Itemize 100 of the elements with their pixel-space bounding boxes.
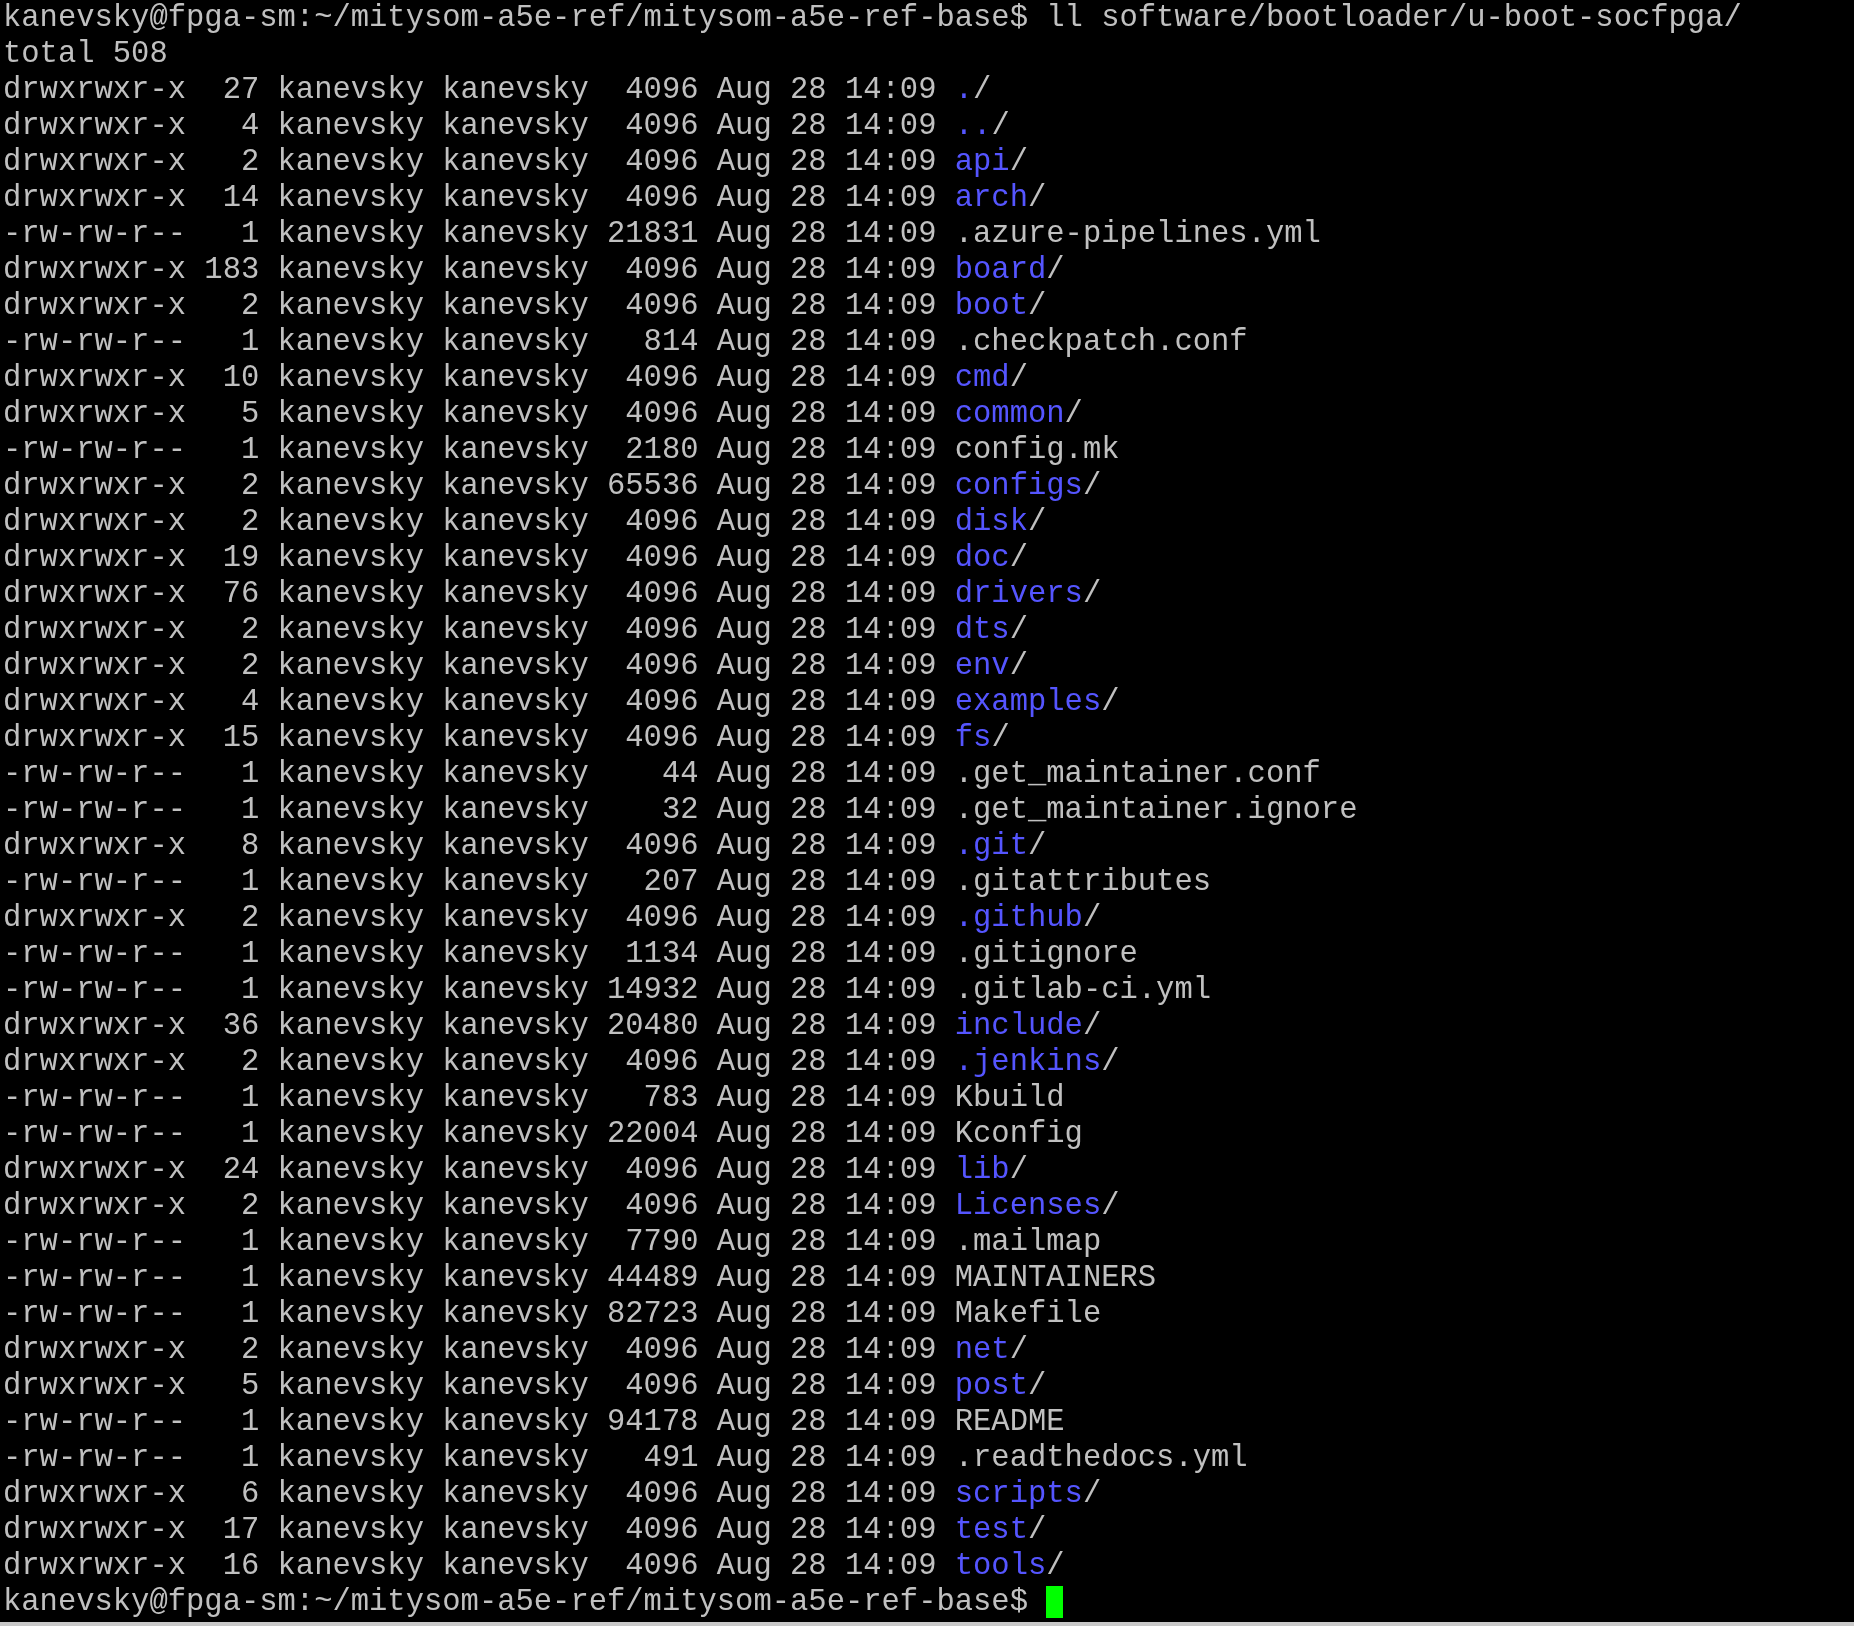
directory-name: env [954,648,1010,684]
file-details: drwxrwxr-x 2 kanevsky kanevsky 4096 Aug 28 14:09 [3,144,938,180]
file-name: Makefile [954,1296,1102,1332]
file-details: drwxrwxr-x 6 kanevsky kanevsky 4096 Aug 28 14:09 [3,1476,938,1512]
cursor-icon [1045,1586,1063,1618]
file-name: MAINTAINERS [954,1260,1157,1296]
file-name: .gitlab-ci.yml [954,972,1211,1008]
prompt-line: kanevsky@fpga-sm:~/mitysom-a5e-ref/mitysom-a5e-ref-base$ [3,1584,1028,1620]
slash-suffix: / [1046,252,1065,288]
slash-suffix: / [1028,1512,1047,1548]
file-details: drwxrwxr-x 2 kanevsky kanevsky 4096 Aug 28 14:09 [3,1332,938,1368]
directory-name: lib [954,1152,1010,1188]
file-name: .get_maintainer.ignore [954,792,1358,828]
slash-suffix: / [1028,180,1047,216]
directory-name: .git [954,828,1028,864]
file-details: -rw-rw-r-- 1 kanevsky kanevsky 22004 Aug 28 14:09 [3,1116,938,1152]
slash-suffix: / [1009,360,1028,396]
file-details: drwxrwxr-x 2 kanevsky kanevsky 4096 Aug 28 14:09 [3,900,938,936]
directory-name: scripts [954,1476,1083,1512]
directory-name: .. [954,108,992,144]
file-name: .checkpatch.conf [954,324,1248,360]
file-details: drwxrwxr-x 16 kanevsky kanevsky 4096 Aug 28 14:09 [3,1548,938,1584]
slash-suffix: / [1009,612,1028,648]
directory-name: tools [954,1548,1047,1584]
file-details: -rw-rw-r-- 1 kanevsky kanevsky 1134 Aug 28 14:09 [3,936,938,972]
directory-name: .github [954,900,1083,936]
file-name: .gitattributes [954,864,1211,900]
file-details: drwxrwxr-x 8 kanevsky kanevsky 4096 Aug 28 14:09 [3,828,938,864]
slash-suffix: / [1101,684,1120,720]
directory-name: doc [954,540,1010,576]
slash-suffix: / [1082,1008,1102,1044]
file-details: drwxrwxr-x 2 kanevsky kanevsky 65536 Aug 28 14:09 [3,468,938,504]
prompt-line: kanevsky@fpga-sm:~/mitysom-a5e-ref/mitysom-a5e-ref-base$ ll software/bootloader/u-boot-socfpga/ [3,0,1742,36]
slash-suffix: / [1028,1368,1047,1404]
file-details: drwxrwxr-x 14 kanevsky kanevsky 4096 Aug 28 14:09 [3,180,938,216]
directory-name: cmd [954,360,1010,396]
directory-name: . [954,72,974,108]
directory-name: disk [954,504,1028,540]
slash-suffix: / [1028,504,1047,540]
file-details: drwxrwxr-x 2 kanevsky kanevsky 4096 Aug 28 14:09 [3,648,938,684]
file-details: drwxrwxr-x 10 kanevsky kanevsky 4096 Aug 28 14:09 [3,360,938,396]
file-details: drwxrwxr-x 5 kanevsky kanevsky 4096 Aug 28 14:09 [3,396,938,432]
file-details: -rw-rw-r-- 1 kanevsky kanevsky 82723 Aug 28 14:09 [3,1296,938,1332]
slash-suffix: / [1082,468,1102,504]
file-details: drwxrwxr-x 2 kanevsky kanevsky 4096 Aug 28 14:09 [3,288,938,324]
directory-name: post [954,1368,1028,1404]
file-details: drwxrwxr-x 27 kanevsky kanevsky 4096 Aug 28 14:09 [3,72,938,108]
slash-suffix: / [1082,900,1102,936]
file-name: config.mk [954,432,1120,468]
file-details: -rw-rw-r-- 1 kanevsky kanevsky 21831 Aug 28 14:09 [3,216,938,252]
slash-suffix: / [973,72,992,108]
file-details: drwxrwxr-x 2 kanevsky kanevsky 4096 Aug 28 14:09 [3,612,938,648]
file-name: Kbuild [954,1080,1065,1116]
file-details: drwxrwxr-x 2 kanevsky kanevsky 4096 Aug 28 14:09 [3,1188,938,1224]
directory-name: board [954,252,1047,288]
file-details: -rw-rw-r-- 1 kanevsky kanevsky 814 Aug 28 14:09 [3,324,938,360]
file-name: .get_maintainer.conf [954,756,1321,792]
slash-suffix: / [1064,396,1083,432]
directory-name: fs [954,720,992,756]
slash-suffix: / [1009,1152,1028,1188]
file-details: drwxrwxr-x 183 kanevsky kanevsky 4096 Aug 28 14:09 [3,252,938,288]
directory-name: boot [954,288,1028,324]
directory-name: drivers [954,576,1083,612]
file-details: -rw-rw-r-- 1 kanevsky kanevsky 94178 Aug 28 14:09 [3,1404,938,1440]
directory-name: examples [954,684,1102,720]
directory-name: configs [954,468,1083,504]
directory-name: arch [954,180,1028,216]
file-details: drwxrwxr-x 17 kanevsky kanevsky 4096 Aug 28 14:09 [3,1512,938,1548]
slash-suffix: / [1028,828,1047,864]
file-name: Kconfig [954,1116,1083,1152]
file-details: drwxrwxr-x 19 kanevsky kanevsky 4096 Aug 28 14:09 [3,540,938,576]
file-details: -rw-rw-r-- 1 kanevsky kanevsky 14932 Aug 28 14:09 [3,972,938,1008]
file-details: -rw-rw-r-- 1 kanevsky kanevsky 2180 Aug 28 14:09 [3,432,938,468]
slash-suffix: / [1082,576,1102,612]
slash-suffix: / [991,108,1010,144]
slash-suffix: / [1009,144,1028,180]
file-details: drwxrwxr-x 36 kanevsky kanevsky 20480 Aug 28 14:09 [3,1008,938,1044]
file-details: drwxrwxr-x 24 kanevsky kanevsky 4096 Aug 28 14:09 [3,1152,938,1188]
file-name: README [954,1404,1065,1440]
file-details: -rw-rw-r-- 1 kanevsky kanevsky 207 Aug 28 14:09 [3,864,938,900]
file-details: drwxrwxr-x 15 kanevsky kanevsky 4096 Aug 28 14:09 [3,720,938,756]
directory-name: common [954,396,1065,432]
file-details: drwxrwxr-x 4 kanevsky kanevsky 4096 Aug 28 14:09 [3,108,938,144]
slash-suffix: / [1009,1332,1028,1368]
slash-suffix: / [1101,1044,1120,1080]
file-details: drwxrwxr-x 2 kanevsky kanevsky 4096 Aug 28 14:09 [3,504,938,540]
file-name: .mailmap [954,1224,1102,1260]
directory-name: .jenkins [954,1044,1102,1080]
file-details: -rw-rw-r-- 1 kanevsky kanevsky 44 Aug 28 14:09 [3,756,938,792]
file-name: .gitignore [954,936,1138,972]
file-name: .azure-pipelines.yml [954,216,1321,252]
file-details: -rw-rw-r-- 1 kanevsky kanevsky 44489 Aug 28 14:09 [3,1260,938,1296]
total-line: total 508 [3,36,168,72]
directory-name: include [954,1008,1083,1044]
file-details: -rw-rw-r-- 1 kanevsky kanevsky 7790 Aug 28 14:09 [3,1224,938,1260]
directory-name: test [954,1512,1028,1548]
file-name: .readthedocs.yml [954,1440,1248,1476]
file-details: -rw-rw-r-- 1 kanevsky kanevsky 32 Aug 28 14:09 [3,792,938,828]
slash-suffix: / [991,720,1010,756]
file-details: drwxrwxr-x 2 kanevsky kanevsky 4096 Aug 28 14:09 [3,1044,938,1080]
